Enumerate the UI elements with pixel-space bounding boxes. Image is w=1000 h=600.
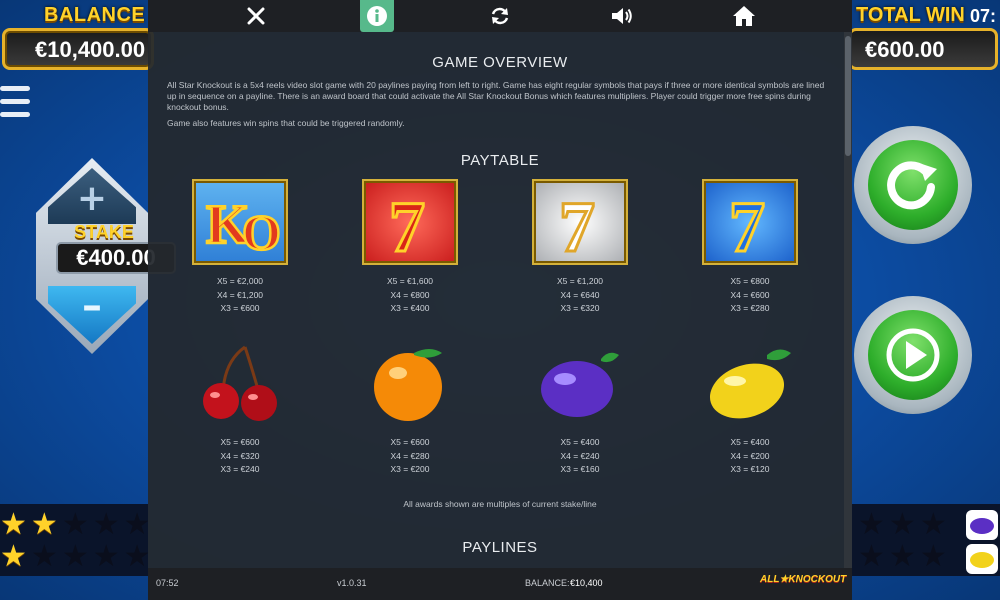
paytable-lemon-payouts: X5 = €400 X4 = €200 X3 = €120 xyxy=(730,437,770,474)
stake-panel: + – STAKE €400.00 xyxy=(26,158,176,354)
star-icon: ★ xyxy=(123,539,151,574)
star-icon: ★ xyxy=(919,507,947,542)
star-icon: ★ xyxy=(30,539,58,574)
status-balance-label: BALANCE: xyxy=(525,578,570,588)
status-bar: 07:52 v1.0.31 BALANCE: €10,400 ALL★KNOCK… xyxy=(148,568,852,600)
orange-symbol-icon xyxy=(362,340,458,426)
star-row-left-1: ★ ★ ★ ★ ★ xyxy=(0,510,151,540)
star-icon: ★ xyxy=(858,507,885,542)
star-row-right-2: ★ ★ ★ xyxy=(858,542,947,572)
autoplay-icon xyxy=(886,328,940,382)
multiples-note: All awards shown are multiples of curren… xyxy=(403,499,597,509)
sound-button[interactable] xyxy=(604,0,640,32)
spin-button[interactable] xyxy=(854,126,972,244)
star-icon: ★ xyxy=(0,539,27,574)
svg-text:O: O xyxy=(242,204,280,257)
paytable-silver-seven-payouts: X5 = €1,200 X4 = €640 X3 = €320 xyxy=(556,276,604,313)
menu-icon[interactable] xyxy=(0,86,30,124)
paytable-ko-payouts: X5 = €2,000 X4 = €1,200 X3 = €600 xyxy=(216,276,264,313)
star-row-right-1: ★ ★ ★ xyxy=(858,510,947,540)
scroll-thumb[interactable] xyxy=(845,36,851,156)
star-icon: ★ xyxy=(0,507,27,542)
spin-icon xyxy=(887,161,937,210)
star-icon: ★ xyxy=(123,507,151,542)
star-icon: ★ xyxy=(61,507,89,542)
red-seven-symbol-icon: 7 xyxy=(362,179,458,265)
star-icon: ★ xyxy=(61,539,89,574)
info-panel[interactable]: GAME OVERVIEW All Star Knockout is a 5x4… xyxy=(148,32,852,568)
autoplay-button[interactable] xyxy=(854,296,972,414)
star-icon: ★ xyxy=(888,507,916,542)
star-icon: ★ xyxy=(92,507,120,542)
stake-increase-button[interactable]: + xyxy=(48,168,136,224)
blue-seven-symbol-icon: 7 xyxy=(702,179,798,265)
paytable-red-seven-payouts: X5 = €1,600 X4 = €800 X3 = €400 xyxy=(386,276,434,313)
ko-symbol-icon: K O xyxy=(192,179,288,265)
plum-mini-icon xyxy=(966,510,998,540)
refresh-icon xyxy=(491,7,509,25)
total-win-title: TOTAL WIN xyxy=(856,4,965,26)
home-icon xyxy=(733,6,755,26)
paytable-cherries-payouts: X5 = €600 X4 = €320 X3 = €240 xyxy=(220,437,260,474)
status-balance-value: €10,400 xyxy=(570,578,603,588)
stake-label: STAKE xyxy=(74,222,134,242)
status-time: 07:52 xyxy=(156,578,179,588)
game-overview-text: All Star Knockout is a 5x4 reels video s… xyxy=(167,80,825,112)
star-icon: ★ xyxy=(919,539,947,574)
svg-text:7: 7 xyxy=(729,187,765,257)
home-button[interactable] xyxy=(726,0,762,32)
sound-icon xyxy=(612,8,632,24)
close-button[interactable] xyxy=(238,0,274,32)
paytable-orange-payouts: X5 = €600 X4 = €280 X3 = €200 xyxy=(390,437,430,474)
info-scrollbar[interactable] xyxy=(844,32,852,568)
close-icon xyxy=(247,7,265,25)
info-button[interactable] xyxy=(360,0,394,32)
cherries-symbol-icon xyxy=(192,340,288,426)
paytable-plum-payouts: X5 = €400 X4 = €240 X3 = €160 xyxy=(560,437,600,474)
info-toolbar xyxy=(148,0,852,32)
silver-seven-symbol-icon: 7 xyxy=(532,179,628,265)
star-row-left-2: ★ ★ ★ ★ ★ xyxy=(0,542,151,572)
game-overview-text-2: Game also features win spins that could … xyxy=(167,118,405,128)
clock-right: 07: xyxy=(970,6,997,26)
star-icon: ★ xyxy=(30,507,58,542)
refresh-button[interactable] xyxy=(482,0,518,32)
lemon-symbol-icon xyxy=(702,340,798,426)
balance-title: BALANCE xyxy=(44,4,146,26)
svg-text:7: 7 xyxy=(389,187,425,257)
paytable-title: PAYTABLE xyxy=(460,152,540,169)
stake-decrease-button[interactable]: – xyxy=(48,286,136,344)
star-icon: ★ xyxy=(92,539,120,574)
game-overview-title: GAME OVERVIEW xyxy=(432,54,568,71)
star-icon: ★ xyxy=(888,539,916,574)
plum-symbol-icon xyxy=(532,340,628,426)
lemon-mini-icon xyxy=(966,544,998,574)
paylines-title: PAYLINES xyxy=(462,539,538,556)
info-icon xyxy=(367,6,387,26)
svg-text:7: 7 xyxy=(559,187,595,257)
status-version: v1.0.31 xyxy=(337,578,367,588)
star-icon: ★ xyxy=(858,539,885,574)
balance-display: €10,400.00 xyxy=(2,28,154,70)
total-win-display: €600.00 xyxy=(848,28,998,70)
paytable-blue-seven-payouts: X5 = €800 X4 = €600 X3 = €280 xyxy=(730,276,770,313)
game-logo: ALL★KNOCKOUT xyxy=(760,574,847,585)
